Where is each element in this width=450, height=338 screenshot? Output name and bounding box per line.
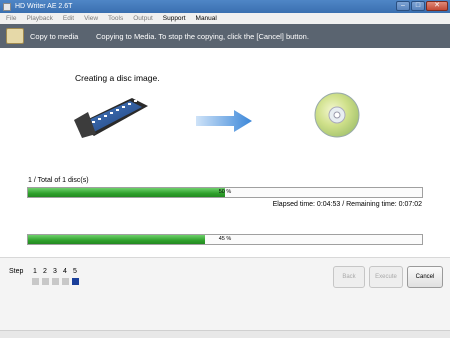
elapsed-time: Elapsed time: 0:04:53 / Remaining time: … (272, 201, 422, 208)
menu-output[interactable]: Output (133, 15, 153, 22)
step-box (61, 278, 69, 285)
status-strip (0, 330, 450, 338)
step-2: 2 (41, 268, 49, 285)
step-number: 5 (73, 268, 77, 275)
mode-title: Copy to media (30, 31, 79, 41)
menu-file[interactable]: File (6, 15, 16, 22)
step-box-active (71, 278, 79, 285)
cancel-button[interactable]: Cancel (407, 266, 443, 288)
menu-view[interactable]: View (84, 15, 98, 22)
menu-support[interactable]: Support (163, 15, 186, 22)
step-number: 4 (63, 268, 67, 275)
app-icon (3, 2, 11, 11)
film-strip-icon (74, 98, 148, 138)
menu-tools[interactable]: Tools (108, 15, 123, 22)
back-button[interactable]: Back (333, 266, 365, 288)
step-box (41, 278, 49, 285)
menu-playback[interactable]: Playback (26, 15, 52, 22)
copy-to-media-icon (6, 28, 24, 44)
step-number: 1 (33, 268, 37, 275)
disc-progress-bar: 50 % (27, 187, 423, 198)
right-arrow-icon (196, 110, 252, 132)
execute-button[interactable]: Execute (369, 266, 403, 288)
disc-progress-label: 50 % (218, 189, 232, 195)
step-number: 3 (53, 268, 57, 275)
minimize-button[interactable]: – (396, 1, 410, 11)
disc-icon (314, 92, 360, 138)
step-4: 4 (61, 268, 69, 285)
total-progress-bar: 45 % (27, 234, 423, 245)
total-progress-label: 45 % (218, 236, 232, 242)
mode-message: Copying to Media. To stop the copying, c… (96, 31, 309, 41)
disc-count: 1 / Total of 1 disc(s) (28, 177, 89, 184)
status-heading: Creating a disc image. (75, 73, 160, 83)
step-number: 2 (43, 268, 47, 275)
step-box (51, 278, 59, 285)
close-button[interactable]: ✕ (426, 1, 448, 11)
menu-edit[interactable]: Edit (63, 15, 74, 22)
mode-bar: Copy to media Copying to Media. To stop … (0, 24, 450, 48)
step-3: 3 (51, 268, 59, 285)
step-1: 1 (31, 268, 39, 285)
title-bar: HD Writer AE 2.6T – □ ✕ (0, 0, 450, 13)
menu-manual[interactable]: Manual (196, 15, 217, 22)
step-box (31, 278, 39, 285)
window-controls: – □ ✕ (396, 1, 448, 11)
menu-bar: File Playback Edit View Tools Output Sup… (0, 13, 450, 24)
maximize-button[interactable]: □ (411, 1, 425, 11)
step-label: Step (9, 268, 24, 275)
window-title: HD Writer AE 2.6T (15, 3, 73, 10)
step-indicator: 1 2 3 4 5 (31, 268, 79, 285)
step-5: 5 (71, 268, 79, 285)
